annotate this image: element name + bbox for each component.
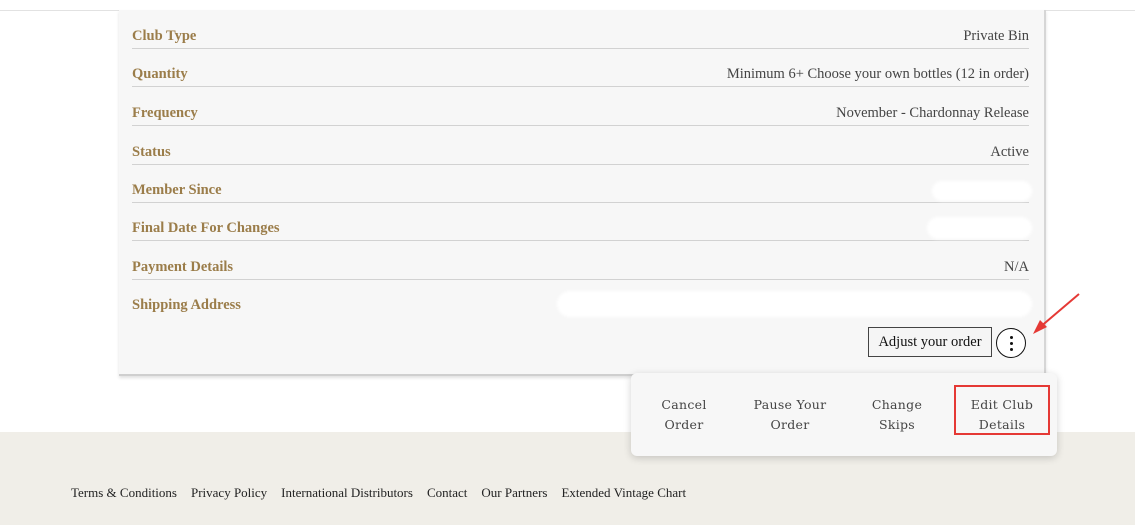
detail-row-frequency: Frequency November - Chardonnay Release bbox=[132, 87, 1029, 126]
detail-row-member-since: Member Since bbox=[132, 164, 1032, 203]
footer-link-partners[interactable]: Our Partners bbox=[481, 485, 547, 501]
footer-link-terms[interactable]: Terms & Conditions bbox=[71, 485, 177, 501]
detail-row-final-date: Final Date For Changes bbox=[132, 202, 1032, 241]
detail-value: N/A bbox=[1004, 259, 1029, 275]
detail-label: Payment Details bbox=[132, 259, 234, 275]
footer-links: Terms & Conditions Privacy Policy Intern… bbox=[71, 485, 686, 501]
annotation-highlight-box bbox=[954, 385, 1050, 435]
kebab-vertical-icon bbox=[1009, 335, 1013, 339]
order-actions-menu: Cancel Order Pause Your Order Change Ski… bbox=[631, 373, 1057, 456]
footer-link-distributors[interactable]: International Distributors bbox=[281, 485, 413, 501]
menu-item-change-skips[interactable]: Change Skips bbox=[852, 395, 942, 435]
detail-row-status: Status Active bbox=[132, 126, 1029, 165]
detail-label: Club Type bbox=[132, 28, 197, 44]
detail-label: Member Since bbox=[132, 182, 222, 198]
detail-label: Frequency bbox=[132, 105, 198, 121]
detail-label: Final Date For Changes bbox=[132, 220, 280, 236]
detail-row-payment: Payment Details N/A bbox=[132, 241, 1029, 280]
redacted-value bbox=[927, 217, 1032, 239]
detail-value: Active bbox=[990, 144, 1029, 160]
menu-item-pause-order[interactable]: Pause Your Order bbox=[745, 395, 835, 435]
detail-row-quantity: Quantity Minimum 6+ Choose your own bott… bbox=[132, 48, 1029, 87]
detail-row-shipping: Shipping Address bbox=[132, 279, 1032, 317]
detail-value: Private Bin bbox=[963, 28, 1029, 44]
footer-link-contact[interactable]: Contact bbox=[427, 485, 467, 501]
club-details-card: Club Type Private Bin Quantity Minimum 6… bbox=[119, 10, 1046, 376]
detail-label: Shipping Address bbox=[132, 297, 241, 313]
more-options-button[interactable] bbox=[996, 328, 1026, 358]
detail-row-club-type: Club Type Private Bin bbox=[132, 10, 1029, 49]
footer-link-privacy[interactable]: Privacy Policy bbox=[191, 485, 267, 501]
detail-value: Minimum 6+ Choose your own bottles (12 i… bbox=[726, 66, 1029, 82]
redacted-address bbox=[557, 291, 1032, 317]
redacted-value bbox=[932, 181, 1032, 201]
adjust-order-button[interactable]: Adjust your order bbox=[868, 327, 992, 357]
menu-item-cancel-order[interactable]: Cancel Order bbox=[639, 395, 729, 435]
detail-label: Quantity bbox=[132, 66, 188, 82]
detail-label: Status bbox=[132, 144, 171, 160]
annotation-arrow-icon bbox=[1033, 293, 1080, 334]
footer-link-vintage-chart[interactable]: Extended Vintage Chart bbox=[561, 485, 686, 501]
detail-value: November - Chardonnay Release bbox=[836, 105, 1029, 121]
